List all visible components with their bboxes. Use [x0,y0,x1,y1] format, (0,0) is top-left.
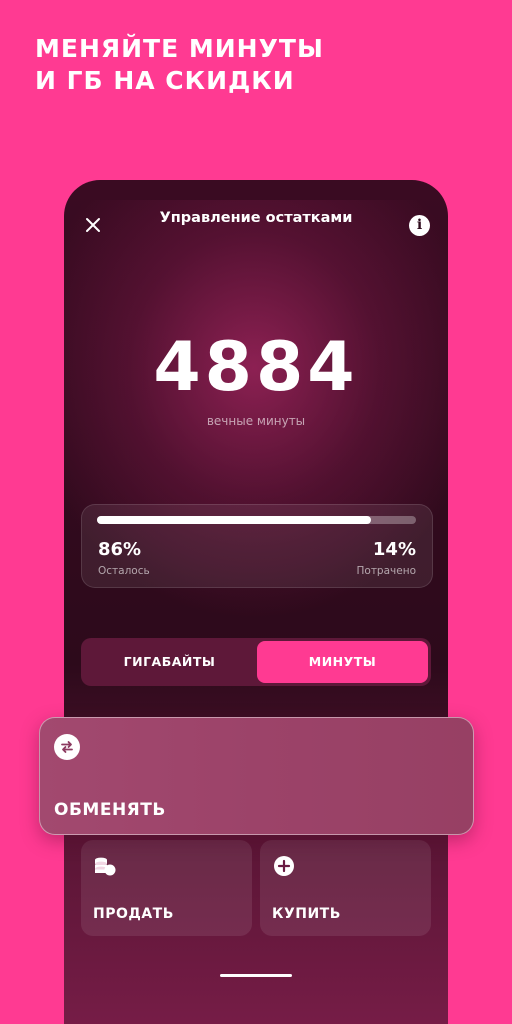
phone-screen: Управление остатками i 4884 вечные минут… [64,180,448,1024]
promo-screenshot: МЕНЯЙТЕ МИНУТЫ И ГБ НА СКИДКИ Управление… [0,0,512,1024]
spent-label: Потрачено [356,565,417,577]
balance-caption: вечные минуты [206,414,306,428]
balance-value: 4884 [153,328,359,407]
info-icon: i [416,217,423,233]
exchange-button[interactable]: ОБМЕНЯТЬ [39,717,474,835]
promo-headline: МЕНЯЙТЕ МИНУТЫ И ГБ НА СКИДКИ [35,33,324,97]
buy-button[interactable]: КУПИТЬ [260,840,431,936]
top-bar: Управление остатками i [64,208,448,248]
usage-progress-track [97,516,416,524]
remaining-value: 86% [98,539,142,560]
spent-value: 14% [372,539,416,560]
coins-icon [95,857,116,876]
usage-progress-fill [97,516,372,524]
usage-card: 86% Осталось 14% Потрачено [81,504,433,588]
exchange-label: ОБМЕНЯТЬ [54,800,166,820]
swap-icon [61,741,73,753]
tab-minutes[interactable]: МИНУТЫ [257,641,428,683]
plus-icon [274,856,294,876]
sell-label: ПРОДАТЬ [93,906,174,922]
resource-tabs: ГИГАБАЙТЫ МИНУТЫ [81,638,431,686]
tab-gigabytes[interactable]: ГИГАБАЙТЫ [84,641,255,683]
close-button[interactable] [80,212,106,238]
close-icon [86,218,100,232]
buy-label: КУПИТЬ [272,906,341,922]
sell-button[interactable]: ПРОДАТЬ [81,840,252,936]
promo-headline-line2: И ГБ НА СКИДКИ [35,66,295,95]
promo-headline-line1: МЕНЯЙТЕ МИНУТЫ [35,34,324,63]
home-indicator [220,974,292,977]
info-button[interactable]: i [409,215,430,236]
swap-icon-wrap [54,734,80,760]
screen-title: Управление остатками [159,210,353,226]
remaining-label: Осталось [98,565,150,577]
